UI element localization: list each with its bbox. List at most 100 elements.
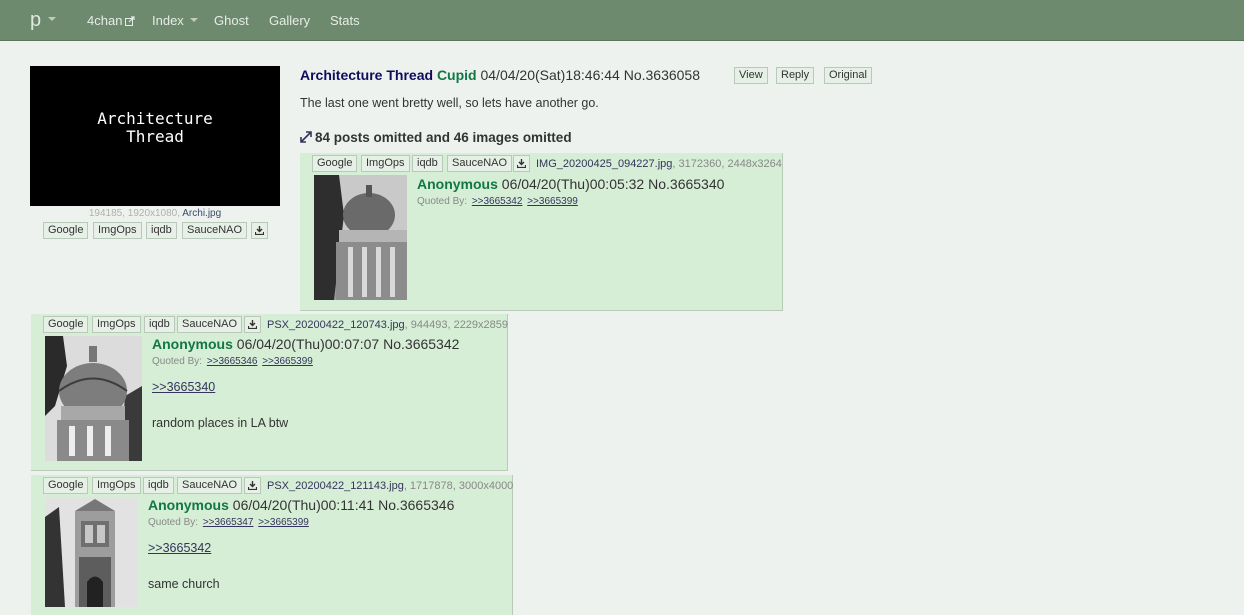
chevron-down-icon (189, 18, 198, 22)
reply1-download-button[interactable] (513, 155, 530, 172)
op-original-button[interactable]: Original (824, 67, 872, 84)
reply3-imgops-button[interactable]: ImgOps (92, 477, 141, 494)
expand-icon (300, 131, 312, 143)
op-post-body: The last one went bretty well, so lets h… (300, 96, 599, 110)
reply3-post-number[interactable]: No.3665346 (378, 497, 454, 513)
op-file-info: 194185, 1920x1080, Archi.jpg (30, 208, 280, 219)
nav-index-label: Index (152, 13, 184, 28)
reply3-datetime: 06/04/20(Thu)00:11:41 (232, 497, 375, 513)
reply2-quote-link[interactable]: >>3665340 (152, 380, 215, 394)
nav-stats-link[interactable]: Stats (330, 13, 360, 28)
reply2-post-number[interactable]: No.3665342 (383, 336, 459, 352)
reply2-quoted-by-label: Quoted By: (152, 356, 203, 367)
reply3-backlink[interactable]: >>3665347 (203, 517, 254, 528)
op-subject: Architecture Thread (300, 67, 434, 83)
nav-gallery-link[interactable]: Gallery (269, 13, 310, 28)
reply3-saucenao-button[interactable]: SauceNAO (177, 477, 243, 494)
download-icon (254, 226, 265, 236)
brand-caret-icon[interactable] (48, 17, 56, 21)
op-thumbnail[interactable]: Architecture Thread (30, 66, 280, 206)
op-thumb-line1: Architecture (97, 109, 213, 128)
op-iqdb-button[interactable]: iqdb (146, 222, 177, 239)
reply1-saucenao-button[interactable]: SauceNAO (447, 155, 513, 172)
nav-4chan-label: 4chan (87, 13, 123, 28)
reply1-poster-name: Anonymous (417, 176, 498, 192)
reply2-imgops-button[interactable]: ImgOps (92, 316, 141, 333)
reply1-backlink[interactable]: >>3665399 (527, 196, 578, 207)
reply3-download-button[interactable] (244, 477, 261, 494)
op-thumb-line2: Thread (126, 127, 184, 146)
reply1-file-meta: , 3172360, 2448x3264 (672, 158, 782, 170)
reply1-imgops-button[interactable]: ImgOps (361, 155, 410, 172)
download-icon (247, 320, 258, 330)
reply3-file-meta: , 1717878, 3000x4000 (403, 480, 514, 492)
reply2-iqdb-button[interactable]: iqdb (144, 316, 175, 333)
reply-post: Google ImgOps iqdb SauceNAO IMG_20200425… (300, 153, 783, 311)
reply2-file-meta: , 944493, 2229x2859 (404, 319, 509, 331)
reply3-google-button[interactable]: Google (43, 477, 89, 494)
reply2-file-info: PSX_20200422_120743.jpg, 944493, 2229x28… (267, 319, 508, 331)
reply3-thumbnail[interactable] (45, 497, 138, 607)
op-view-button[interactable]: View (734, 67, 768, 84)
download-icon (516, 159, 527, 169)
op-file-name-link[interactable]: Archi.jpg (182, 208, 221, 219)
reply1-datetime: 06/04/20(Thu)00:05:32 (501, 176, 645, 192)
reply3-quoted-by: Quoted By: >>3665347 >>3665399 (148, 517, 309, 528)
reply2-header: Anonymous 06/04/20(Thu)00:07:07 No.36653… (152, 336, 459, 352)
op-reply-button[interactable]: Reply (776, 67, 815, 84)
reply2-thumbnail[interactable] (45, 336, 142, 461)
reply3-text: same church (148, 577, 220, 591)
op-datetime: 04/04/20(Sat)18:46:44 (480, 67, 620, 83)
reply1-backlink[interactable]: >>3665342 (472, 196, 523, 207)
nav-4chan-link[interactable]: 4chan (87, 13, 136, 28)
reply1-thumbnail[interactable] (314, 175, 407, 300)
op-thumbnail-text: Architecture Thread (30, 110, 280, 146)
reply2-backlink[interactable]: >>3665346 (207, 356, 258, 367)
nav-index-dropdown[interactable]: Index (152, 13, 198, 28)
omitted-posts-toggle[interactable]: 84 posts omitted and 46 images omitted (300, 130, 572, 145)
reply3-file-name-link[interactable]: PSX_20200422_121143.jpg (267, 480, 404, 492)
reply1-file-name-link[interactable]: IMG_20200425_094227.jpg (536, 158, 672, 170)
board-brand[interactable]: p (30, 9, 41, 32)
reply1-thumbnail-image (314, 175, 407, 300)
op-imgops-button[interactable]: ImgOps (93, 222, 142, 239)
op-download-button[interactable] (251, 222, 268, 239)
reply1-post-number[interactable]: No.3665340 (648, 176, 724, 192)
op-post-number[interactable]: No.3636058 (624, 67, 700, 83)
reply3-header: Anonymous 06/04/20(Thu)00:11:41 No.36653… (148, 497, 454, 513)
reply1-quoted-by: Quoted By: >>3665342 >>3665399 (417, 196, 578, 207)
op-google-button[interactable]: Google (43, 222, 89, 239)
reply1-quoted-by-label: Quoted By: (417, 196, 468, 207)
reply1-header: Anonymous 06/04/20(Thu)00:05:32 No.36653… (417, 176, 724, 192)
omitted-posts-label: 84 posts omitted and 46 images omitted (315, 130, 572, 145)
reply-post: Google ImgOps iqdb SauceNAO PSX_20200422… (31, 475, 513, 615)
reply2-file-name-link[interactable]: PSX_20200422_120743.jpg (267, 319, 405, 331)
reply3-thumbnail-image (45, 497, 138, 607)
nav-ghost-link[interactable]: Ghost (214, 13, 249, 28)
op-post-header: Architecture Thread Cupid 04/04/20(Sat)1… (300, 67, 700, 83)
reply1-file-info: IMG_20200425_094227.jpg, 3172360, 2448x3… (536, 158, 782, 170)
reply3-quote-link[interactable]: >>3665342 (148, 541, 211, 555)
reply3-file-info: PSX_20200422_121143.jpg, 1717878, 3000x4… (267, 480, 513, 492)
reply2-text: random places in LA btw (152, 416, 289, 430)
download-icon (247, 481, 258, 491)
op-saucenao-button[interactable]: SauceNAO (182, 222, 248, 239)
reply3-iqdb-button[interactable]: iqdb (143, 477, 174, 494)
op-file-meta: 194185, 1920x1080, (88, 208, 181, 219)
reply3-poster-name: Anonymous (148, 497, 229, 513)
reply2-quoted-by: Quoted By: >>3665346 >>3665399 (152, 356, 313, 367)
reply2-datetime: 06/04/20(Thu)00:07:07 (236, 336, 380, 352)
reply-post: Google ImgOps iqdb SauceNAO PSX_20200422… (31, 314, 508, 471)
reply2-backlink[interactable]: >>3665399 (262, 356, 313, 367)
reply2-thumbnail-image (45, 336, 142, 461)
reply2-google-button[interactable]: Google (43, 316, 89, 333)
reply2-poster-name: Anonymous (152, 336, 233, 352)
reply2-saucenao-button[interactable]: SauceNAO (177, 316, 243, 333)
reply1-iqdb-button[interactable]: iqdb (412, 155, 443, 172)
reply2-download-button[interactable] (244, 316, 261, 333)
reply3-backlink[interactable]: >>3665399 (258, 517, 309, 528)
reply1-google-button[interactable]: Google (312, 155, 358, 172)
top-navbar: p 4chan Index Ghost Gallery Stats (0, 0, 1244, 41)
external-link-icon (125, 16, 136, 26)
op-poster-name: Cupid (436, 67, 477, 83)
